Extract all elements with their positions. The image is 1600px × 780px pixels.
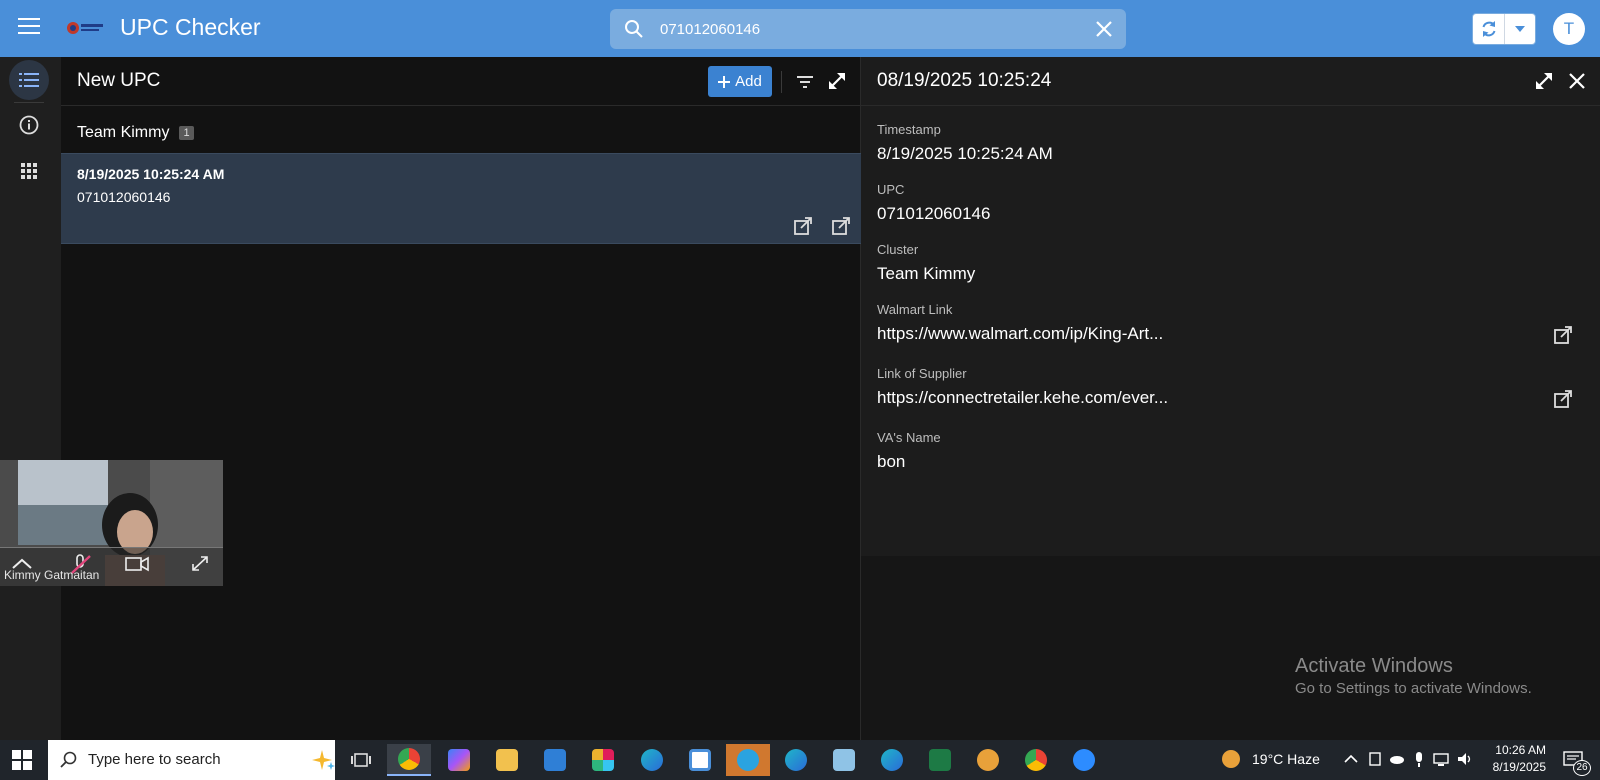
store-icon[interactable] (678, 744, 722, 776)
group-header[interactable]: Team Kimmy 1 (77, 124, 194, 142)
list-title: New UPC (77, 70, 161, 91)
list-icon (19, 73, 39, 87)
avatar[interactable]: T (1553, 13, 1585, 45)
refresh-button[interactable] (1473, 14, 1505, 44)
list-header: New UPC Add (61, 57, 860, 106)
microphone-icon[interactable] (1410, 750, 1428, 768)
detail-panel: 08/19/2025 10:25:24 Timestamp 8/19/2025 … (861, 57, 1600, 740)
field-value-va-name: bon (877, 452, 906, 471)
activation-watermark-subtitle: Go to Settings to activate Windows. (1295, 680, 1532, 697)
company-logo (67, 22, 103, 34)
field-value-timestamp: 8/19/2025 10:25:24 AM (877, 144, 1053, 163)
chevron-up-icon[interactable] (1342, 750, 1360, 768)
detail-title: 08/19/2025 10:25:24 (877, 70, 1052, 91)
open-link-icon[interactable] (793, 216, 813, 236)
info-button[interactable] (9, 105, 49, 145)
chrome-profile-icon[interactable] (1014, 744, 1058, 776)
field-value-supplier-link: https://connectretailer.kehe.com/ever... (877, 388, 1169, 407)
field-label-upc: UPC (877, 182, 905, 197)
field-label-cluster: Cluster (877, 242, 919, 257)
clock-time[interactable]: 10:26 AM (1488, 743, 1546, 757)
clock-date[interactable]: 8/19/2025 (1488, 760, 1546, 774)
plus-icon (718, 75, 731, 88)
field-value-cluster: Team Kimmy (877, 264, 976, 283)
search-input[interactable] (660, 9, 1060, 49)
slack-icon[interactable] (581, 744, 625, 776)
field-label-timestamp: Timestamp (877, 122, 941, 137)
browser-app-icon[interactable] (966, 744, 1010, 776)
mail-icon[interactable] (533, 744, 577, 776)
open-link-icon[interactable] (831, 216, 851, 236)
search-bar (610, 9, 1126, 49)
tray-app-icon[interactable] (1366, 750, 1384, 768)
volume-icon[interactable] (1456, 750, 1474, 768)
close-icon[interactable] (1094, 19, 1114, 39)
taskbar-search[interactable]: Type here to search (48, 740, 335, 780)
group-name: Team Kimmy (77, 124, 170, 141)
nav-rail (0, 57, 61, 740)
field-value-walmart-link: https://www.walmart.com/ip/King-Art... (877, 324, 1164, 343)
record-date: 8/19/2025 10:25:24 AM (77, 166, 225, 182)
notepad-icon[interactable] (822, 744, 866, 776)
search-icon (625, 20, 643, 38)
filter-icon[interactable] (794, 71, 816, 93)
app-bar: UPC Checker T (0, 0, 1600, 57)
copilot-sparkle-icon (312, 750, 335, 770)
apps-button[interactable] (9, 151, 49, 191)
divider (781, 71, 782, 93)
record-upc: 071012060146 (77, 189, 171, 205)
divider (14, 102, 44, 103)
chrome-icon[interactable] (387, 744, 431, 776)
detail-header: 08/19/2025 10:25:24 (861, 57, 1600, 106)
onedrive-icon[interactable] (1388, 750, 1406, 768)
field-label-supplier-link: Link of Supplier (877, 366, 967, 381)
windows-start-icon[interactable] (12, 750, 32, 770)
add-button-label: Add (735, 73, 762, 90)
windows-taskbar: Type here to search 19°C Haze 10:26 AM 8… (0, 740, 1600, 780)
telegram-icon[interactable] (726, 744, 770, 776)
file-explorer-icon[interactable] (485, 744, 529, 776)
list-view-button[interactable] (9, 60, 49, 100)
field-label-walmart-link: Walmart Link (877, 302, 953, 317)
close-icon[interactable] (1567, 71, 1587, 91)
participant-name: Kimmy Gatmaitan (4, 568, 100, 582)
edge-profile-icon[interactable] (630, 744, 674, 776)
task-view-icon[interactable] (339, 744, 383, 776)
refresh-icon (1482, 21, 1495, 37)
refresh-control (1472, 13, 1536, 45)
add-button[interactable]: Add (708, 66, 772, 97)
group-count-badge: 1 (179, 126, 194, 140)
detail-fields: Timestamp 8/19/2025 10:25:24 AM UPC 0710… (861, 106, 1600, 556)
fullscreen-icon[interactable] (188, 553, 212, 575)
field-value-upc: 071012060146 (877, 204, 991, 223)
edge-icon[interactable] (774, 744, 818, 776)
network-icon[interactable] (1432, 750, 1450, 768)
list-panel: New UPC Add Team Kimmy 1 8/19/2025 10:25… (61, 57, 861, 740)
open-link-icon[interactable] (1553, 389, 1573, 409)
field-label-va-name: VA's Name (877, 430, 941, 445)
activation-watermark-title: Activate Windows (1295, 655, 1453, 677)
expand-icon[interactable] (1534, 71, 1554, 91)
zoom-icon[interactable] (1062, 744, 1106, 776)
info-icon (19, 115, 39, 135)
video-call-overlay[interactable]: Kimmy Gatmaitan (0, 460, 223, 586)
expand-icon[interactable] (826, 70, 848, 92)
app-title: UPC Checker (120, 14, 261, 40)
camera-icon[interactable] (125, 553, 149, 575)
menu-icon[interactable] (18, 18, 40, 38)
chevron-down-icon (1515, 26, 1525, 32)
edge-work-icon[interactable] (870, 744, 914, 776)
weather-text[interactable]: 19°C Haze (1252, 751, 1320, 767)
search-icon (60, 751, 77, 768)
notification-count-badge: 26 (1573, 760, 1591, 776)
copilot-icon[interactable] (437, 744, 481, 776)
apps-grid-icon (21, 163, 37, 179)
open-link-icon[interactable] (1553, 325, 1573, 345)
weather-icon[interactable] (1222, 750, 1240, 768)
refresh-dropdown-button[interactable] (1505, 14, 1535, 44)
list-item[interactable]: 8/19/2025 10:25:24 AM 071012060146 (61, 153, 861, 244)
excel-icon[interactable] (918, 744, 962, 776)
taskbar-search-placeholder: Type here to search (88, 751, 221, 768)
